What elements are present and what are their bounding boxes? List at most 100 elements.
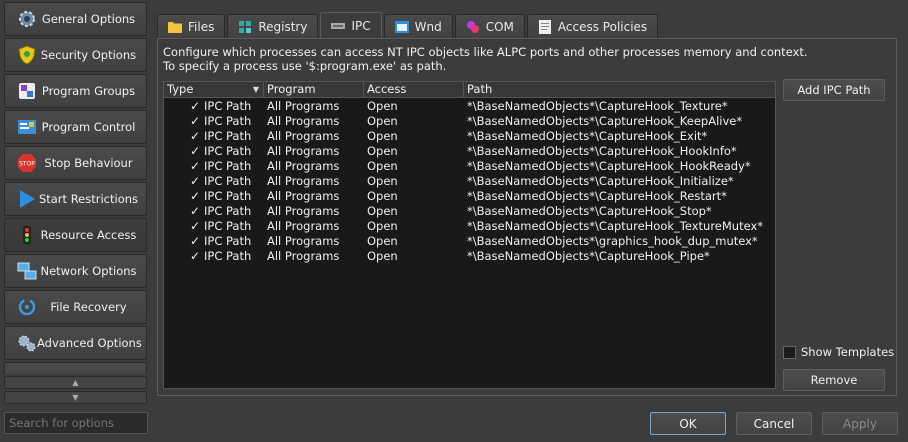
checkmark-icon[interactable]: ✓ [164,174,204,189]
type-cell: ✓ IPC Path [164,219,264,234]
ipc-icon [331,19,346,33]
sidebar-item-program-control[interactable]: Program Control [4,110,147,144]
program-cell: All Programs [267,189,340,203]
access-cell: Open [367,219,398,233]
type-text: IPC Path [204,129,252,143]
column-header-type[interactable]: Type ▼ [164,82,264,98]
sidebar-item-security-options[interactable]: Security Options [4,38,147,72]
sidebar-scroll-up-button[interactable]: ▲ [4,376,147,389]
tab-bar: Files Registry IPC Wnd COM Access Polici… [157,12,660,39]
table-row[interactable]: ✓ IPC Path All Programs Open *\BaseNamedObje… [164,174,775,189]
tab-label: Registry [258,20,308,34]
network-icon [17,261,37,281]
path-cell: *\BaseNamedObjects*\CaptureHook_KeepAliv… [467,114,743,128]
type-text: IPC Path [204,174,252,188]
tab-label: IPC [351,19,371,33]
sidebar-scroll-down-button[interactable]: ▼ [4,391,147,404]
sidebar-item-resource-access[interactable]: Resource Access [4,218,147,252]
program-cell: All Programs [267,219,340,233]
sidebar-item-label: Program Groups [41,84,136,98]
table-row[interactable]: ✓ IPC Path All Programs Open *\BaseNamedObje… [164,249,775,264]
checkmark-icon[interactable]: ✓ [164,114,204,129]
path-cell: *\BaseNamedObjects*\CaptureHook_HookRead… [467,159,751,173]
program-cell: All Programs [267,204,340,218]
document-icon [538,20,552,34]
gear-icon [17,9,37,29]
sidebar-item-general-options[interactable]: General Options [4,2,147,36]
sidebar-item-stop-behaviour[interactable]: STOP Stop Behaviour [4,146,147,180]
checkmark-icon[interactable]: ✓ [164,189,204,204]
apply-button[interactable]: Apply [822,412,898,435]
checkmark-icon[interactable]: ✓ [164,249,204,264]
access-cell: Open [367,249,398,263]
sidebar-item-network-options[interactable]: Network Options [4,254,147,288]
recovery-icon [17,297,37,317]
show-templates-checkbox[interactable] [783,345,796,359]
sidebar-item-label: General Options [41,12,136,26]
table-header: Type ▼ Program Access Path [164,82,775,98]
tab-com[interactable]: COM [454,14,525,39]
column-header-access[interactable]: Access [364,82,464,98]
table-row[interactable]: ✓ IPC Path All Programs Open *\BaseNamedObje… [164,159,775,174]
search-input[interactable] [4,412,148,434]
checkmark-icon[interactable]: ✓ [164,219,204,234]
type-text: IPC Path [204,114,252,128]
table-row[interactable]: ✓ IPC Path All Programs Open *\BaseNamedObje… [164,204,775,219]
tab-registry[interactable]: Registry [227,14,319,39]
tab-label: Files [188,20,215,34]
main-panel: Files Registry IPC Wnd COM Access Polici… [157,12,897,396]
cancel-button[interactable]: Cancel [736,412,812,435]
traffic-light-icon [17,225,37,245]
show-templates-option[interactable]: Show Templates [783,345,894,359]
table-row[interactable]: ✓ IPC Path All Programs Open *\BaseNamedObje… [164,144,775,159]
checkmark-icon[interactable]: ✓ [164,144,204,159]
type-cell: ✓ IPC Path [164,234,264,249]
table-row[interactable]: ✓ IPC Path All Programs Open *\BaseNamedObje… [164,129,775,144]
path-cell: *\BaseNamedObjects*\CaptureHook_Texture* [467,99,728,113]
path-cell: *\BaseNamedObjects*\CaptureHook_TextureM… [467,219,764,233]
sidebar-item-label: Resource Access [40,228,137,242]
program-cell: All Programs [267,129,340,143]
column-header-program[interactable]: Program [264,82,364,98]
sidebar-item-label: Start Restrictions [38,192,139,206]
type-cell: ✓ IPC Path [164,114,264,129]
program-cell: All Programs [267,144,340,158]
table-row[interactable]: ✓ IPC Path All Programs Open *\BaseNamedObje… [164,114,775,129]
remove-button[interactable]: Remove [783,369,885,391]
ok-button[interactable]: OK [650,412,726,435]
sidebar-item-label: Program Control [41,120,136,134]
table-row[interactable]: ✓ IPC Path All Programs Open *\BaseNamedObje… [164,234,775,249]
program-cell: All Programs [267,234,340,248]
sidebar: General Options Security Options Program… [4,2,148,374]
checkmark-icon[interactable]: ✓ [164,234,204,249]
checkmark-icon[interactable]: ✓ [164,99,204,114]
com-icon [466,20,480,34]
sidebar-item-program-groups[interactable]: Program Groups [4,74,147,108]
table-row[interactable]: ✓ IPC Path All Programs Open *\BaseNamedObje… [164,189,775,204]
sidebar-item-partial[interactable] [4,362,147,374]
path-cell: *\BaseNamedObjects*\graphics_hook_dup_mu… [467,234,758,248]
program-control-icon [17,117,37,137]
sidebar-item-start-restrictions[interactable]: Start Restrictions [4,182,147,216]
checkmark-icon[interactable]: ✓ [164,159,204,174]
ipc-table[interactable]: Type ▼ Program Access Path ✓ IPC Path All P… [163,81,776,389]
column-header-path[interactable]: Path [464,82,775,98]
sidebar-item-label: Stop Behaviour [44,156,133,170]
tab-files[interactable]: Files [157,14,226,39]
tab-wnd[interactable]: Wnd [383,14,453,39]
sidebar-item-advanced-options[interactable]: Advanced Options [4,326,147,360]
table-row[interactable]: ✓ IPC Path All Programs Open *\BaseNamedObje… [164,99,775,114]
access-cell: Open [367,159,398,173]
checkmark-icon[interactable]: ✓ [164,129,204,144]
play-icon [17,189,37,209]
tab-label: Access Policies [557,20,648,34]
table-row[interactable]: ✓ IPC Path All Programs Open *\BaseNamedObje… [164,219,775,234]
path-cell: *\BaseNamedObjects*\CaptureHook_Initiali… [467,174,734,188]
add-ipc-path-button[interactable]: Add IPC Path [783,79,885,101]
tab-access-policies[interactable]: Access Policies [526,14,659,39]
program-cell: All Programs [267,174,340,188]
advanced-gears-icon [17,333,37,353]
checkmark-icon[interactable]: ✓ [164,204,204,219]
tab-ipc[interactable]: IPC [320,12,382,39]
sidebar-item-file-recovery[interactable]: File Recovery [4,290,147,324]
